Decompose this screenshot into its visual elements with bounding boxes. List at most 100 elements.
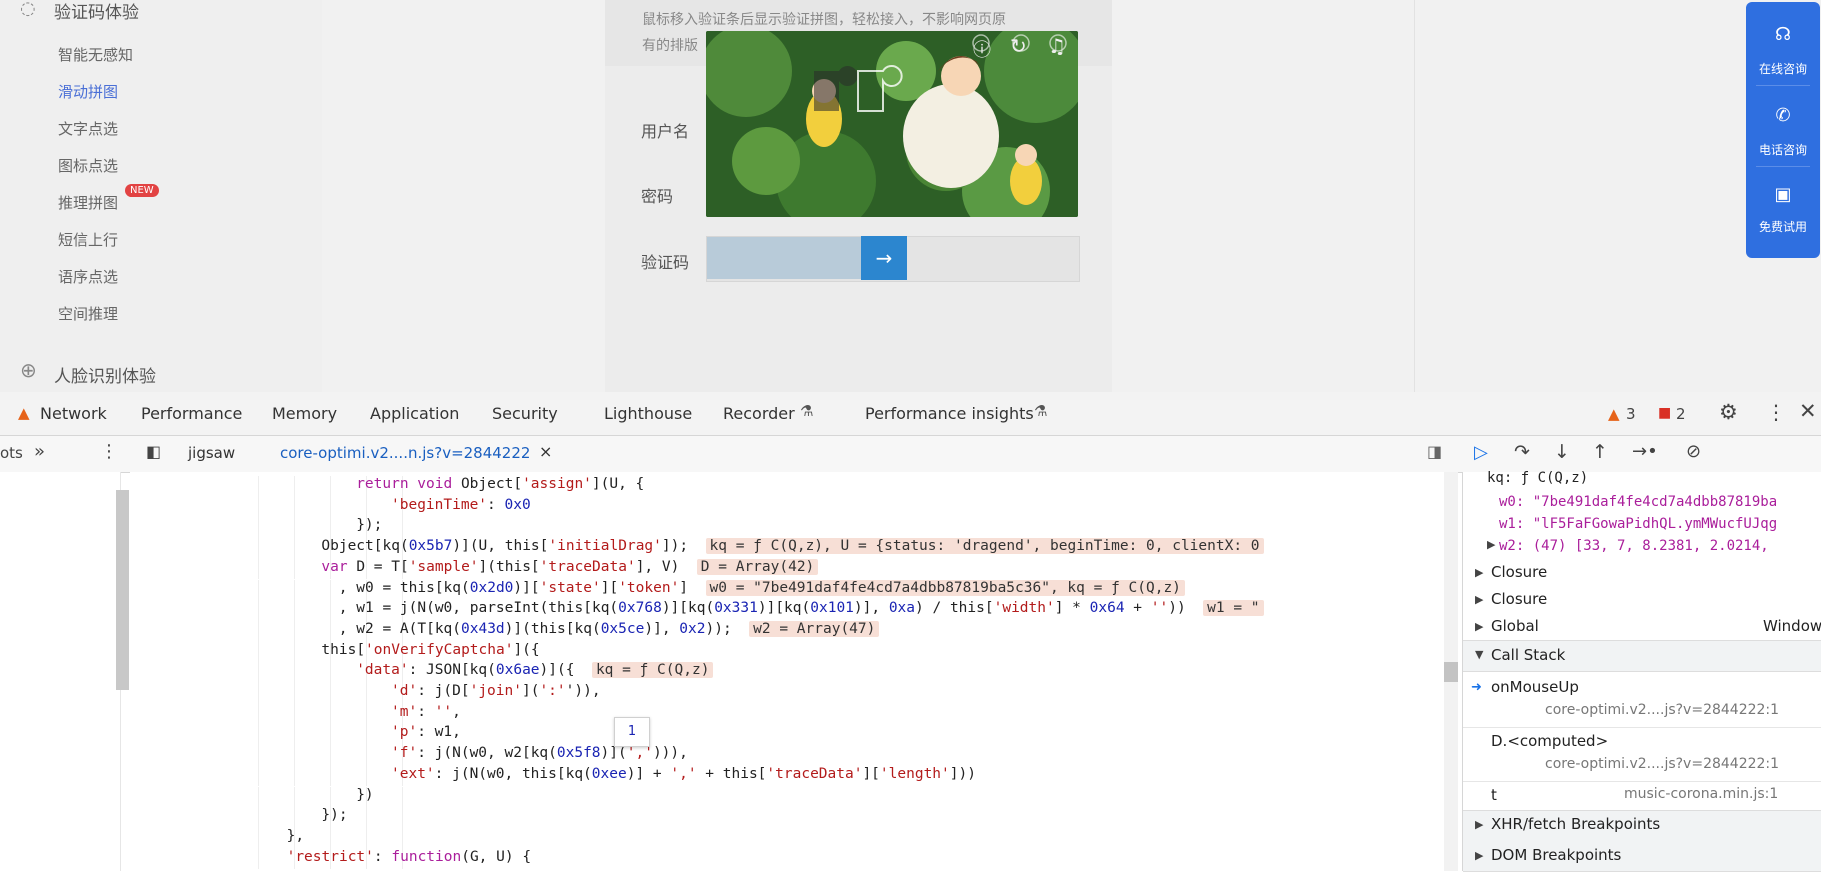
code-editor[interactable]: return void Object['assign'](U, { 'beginT… — [130, 472, 1445, 871]
expand-arrow-icon[interactable]: ▶ — [1475, 818, 1483, 831]
xhr-breakpoints-title[interactable]: XHR/fetch Breakpoints — [1491, 815, 1660, 833]
close-devtools-icon[interactable]: ✕ — [1799, 399, 1817, 423]
step-over-icon[interactable]: ↷ — [1514, 441, 1530, 463]
sidebar-section-face[interactable]: 人脸识别体验 — [54, 362, 156, 387]
tab-performance-insights[interactable]: Performance insights — [865, 404, 1034, 423]
sidebar-item-icon-click[interactable]: 图标点选 — [58, 155, 118, 176]
code-token: : j(D[ — [417, 683, 470, 699]
collapse-arrow-icon[interactable]: ▼ — [1475, 648, 1483, 661]
more-tabs-icon[interactable]: » — [34, 441, 45, 462]
resume-icon[interactable]: ▷ — [1474, 442, 1488, 463]
issue-icon[interactable]: ■ — [1658, 405, 1671, 421]
sidebar-item-reasoning[interactable]: 推理拼图 — [58, 192, 118, 213]
call-stack-title[interactable]: Call Stack — [1491, 646, 1565, 664]
scroll-thumb[interactable] — [1444, 662, 1458, 682]
free-trial-button[interactable]: 免费试用 — [1746, 218, 1820, 235]
code-line[interactable]: , w1 = j(N(w0, parseInt(this[kq(0x768)][… — [339, 600, 1264, 617]
sidebar-item-spatial[interactable]: 空间推理 — [58, 303, 118, 324]
expand-arrow-icon[interactable]: ▶ — [1475, 620, 1483, 633]
username-label: 用户名 — [641, 122, 690, 141]
code-line[interactable]: }) — [356, 787, 373, 803]
code-line[interactable]: 'm': '', — [391, 704, 461, 720]
expand-arrow-icon[interactable]: ▶ — [1475, 849, 1483, 862]
call-frame-location[interactable]: core-optimi.v2....js?v=2844222:1 — [1545, 702, 1779, 718]
code-line[interactable]: }, — [287, 828, 304, 844]
editor-scrollbar[interactable] — [1444, 472, 1458, 871]
code-token: )); — [705, 620, 750, 637]
scope-kq[interactable]: kq: ƒ C(Q,z) — [1487, 470, 1588, 486]
code-line[interactable]: }); — [356, 517, 382, 533]
scope-w2[interactable]: w2: (47) [33, 7, 8.2381, 2.0214, — [1499, 538, 1769, 554]
sidebar-item-smart[interactable]: 智能无感知 — [58, 44, 133, 65]
code-line[interactable]: 'beginTime': 0x0 — [391, 497, 531, 513]
toggle-debugger-icon[interactable]: ◨ — [1427, 442, 1442, 461]
phone-consult-button[interactable]: 电话咨询 — [1746, 141, 1820, 158]
code-line[interactable]: }); — [321, 807, 347, 823]
step-into-icon[interactable]: ↓ — [1554, 441, 1570, 463]
expand-arrow-icon[interactable]: ▶ — [1475, 593, 1483, 606]
tab-security[interactable]: Security — [492, 404, 558, 423]
code-line[interactable]: 'ext': j(N(w0, this[kq(0xee)] + ',' + th… — [391, 766, 976, 782]
info-icon[interactable]: ⓘ — [973, 36, 991, 62]
warning-icon[interactable]: ▲ — [1608, 405, 1620, 423]
code-token: ][ — [600, 579, 619, 596]
code-line[interactable]: Object[kq(0x5b7)](U, this['initialDrag']… — [321, 538, 1264, 555]
code-line[interactable]: 'f': j(N(w0, w2[kq(0x5f8)](','))), — [391, 745, 688, 761]
code-line-paused[interactable]: 'd': j(D['join'](':'')), — [391, 683, 601, 699]
code-line[interactable]: this['onVerifyCaptcha']({ — [321, 642, 539, 658]
tab-recorder[interactable]: Recorder — [723, 404, 795, 423]
more-menu-icon[interactable]: ⋮ — [1766, 400, 1786, 424]
call-frame-fn[interactable]: onMouseUp — [1491, 678, 1579, 696]
deactivate-breakpoints-icon[interactable]: ⊘ — [1686, 441, 1701, 462]
code-line[interactable]: 'data': JSON[kq(0x6ae)]({ kq = ƒ C(Q,z) — [356, 662, 714, 679]
close-tab-icon[interactable]: × — [539, 442, 552, 461]
tab-memory[interactable]: Memory — [272, 404, 337, 423]
code-token: ] — [679, 579, 706, 596]
code-token: 'm' — [391, 703, 418, 720]
file-tab-jigsaw[interactable]: jigsaw — [188, 444, 235, 462]
call-frame-fn[interactable]: t — [1491, 786, 1497, 804]
tab-application[interactable]: Application — [370, 404, 459, 423]
expand-arrow-icon[interactable]: ▶ — [1475, 566, 1483, 579]
sidebar-item-slider[interactable]: 滑动拼图 — [58, 81, 118, 102]
call-frame-fn[interactable]: D.<computed> — [1491, 732, 1608, 750]
scope-closure[interactable]: Closure — [1491, 590, 1547, 608]
expand-arrow-icon[interactable]: ▶ — [1487, 538, 1495, 551]
online-consult-button[interactable]: 在线咨询 — [1746, 60, 1820, 77]
settings-gear-icon[interactable]: ⚙ — [1719, 400, 1738, 424]
gutter-scrollbar[interactable] — [116, 490, 129, 690]
sidebar-item-text-click[interactable]: 文字点选 — [58, 118, 118, 139]
indent-guide — [294, 496, 295, 518]
scope-w1[interactable]: w1: "lF5FaFGowaPidhQL.ymMWucfUJqg — [1499, 516, 1777, 532]
call-frame-location[interactable]: music-corona.min.js:1 — [1624, 786, 1778, 802]
sidebar-item-word-order[interactable]: 语序点选 — [58, 266, 118, 287]
scope-w0[interactable]: w0: "7be491daf4fe4cd7a4dbb87819ba — [1499, 494, 1777, 510]
step-out-icon[interactable]: ↑ — [1592, 441, 1608, 463]
headphone-icon[interactable]: ♫ — [1048, 34, 1066, 58]
step-icon[interactable]: →• — [1632, 441, 1658, 462]
tab-performance[interactable]: Performance — [141, 404, 242, 423]
warning-count[interactable]: 3 — [1626, 405, 1636, 423]
code-line[interactable]: , w2 = A(T[kq(0x43d)](this[kq(0x5ce)], 0… — [339, 620, 880, 637]
code-line[interactable]: var D = T['sample'](this['traceData'], V… — [321, 558, 819, 575]
call-frame-location[interactable]: core-optimi.v2....js?v=2844222:1 — [1545, 756, 1779, 772]
slider-handle[interactable]: → — [861, 236, 907, 280]
dom-breakpoints-title[interactable]: DOM Breakpoints — [1491, 846, 1621, 864]
code-line[interactable]: return void Object['assign'](U, { — [356, 476, 644, 492]
file-tab-core-optimi[interactable]: core-optimi.v2....n.js?v=2844222 — [280, 444, 530, 462]
more-menu-icon[interactable]: ⋮ — [100, 441, 118, 462]
scope-global[interactable]: Global — [1491, 617, 1539, 635]
tab-network[interactable]: Network — [40, 404, 107, 423]
scope-closure[interactable]: Closure — [1491, 563, 1547, 581]
code-line[interactable]: , w0 = this[kq(0x2d0)]['state']['token']… — [339, 579, 1185, 596]
refresh-icon[interactable]: ↻ — [1010, 34, 1027, 58]
code-token: )][kq( — [757, 600, 811, 617]
file-tab-ots[interactable]: ots — [0, 444, 23, 462]
sidebar-item-sms[interactable]: 短信上行 — [58, 229, 118, 250]
code-line[interactable]: 'restrict': function(G, U) { — [287, 849, 531, 865]
tab-lighthouse[interactable]: Lighthouse — [604, 404, 692, 423]
code-line[interactable]: 'p': w1, — [391, 724, 461, 740]
indent-guide — [330, 600, 331, 621]
toggle-navigator-icon[interactable]: ◧ — [146, 442, 161, 461]
issue-count[interactable]: 2 — [1676, 405, 1686, 423]
